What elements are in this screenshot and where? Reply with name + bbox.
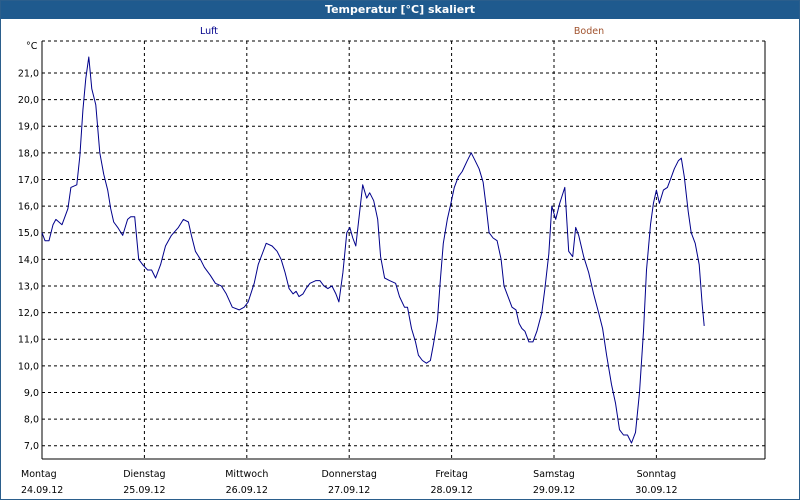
y-tick-label: 10,0 [18, 361, 39, 372]
x-tick-day-label: Freitag [435, 469, 468, 480]
x-tick-date-label: 28.09.12 [430, 485, 472, 496]
x-tick-day-label: Donnerstag [321, 469, 376, 480]
x-tick-day-label: Sonntag [637, 469, 676, 480]
y-tick-label: 9,0 [24, 388, 39, 399]
y-tick-label: 20,0 [18, 95, 39, 106]
x-tick-date-label: 24.09.12 [21, 485, 63, 496]
y-tick-label: 17,0 [18, 175, 39, 186]
series-line-luft [41, 56, 705, 444]
legend-luft: Luft [200, 26, 218, 37]
y-tick-label: 11,0 [18, 335, 39, 346]
y-tick-label: 15,0 [18, 228, 39, 239]
y-tick-label: 19,0 [18, 122, 39, 133]
chart: 7,0 8,0 9,0 10,0 11,0 12,0 13,0 14,0 15,0 16,0 17,… [18, 26, 766, 496]
x-tick-date-label: 30.09.12 [635, 485, 677, 496]
x-tick-day-label: Mittwoch [225, 469, 268, 480]
y-tick-label: 12,0 [18, 308, 39, 319]
y-tick-label: 13,0 [18, 281, 39, 292]
y-tick-label: 8,0 [24, 415, 39, 426]
y-tick-label: 18,0 [18, 148, 39, 159]
y-axis-label: °C [26, 41, 38, 52]
series-layer [41, 56, 705, 444]
y-tick-label: 14,0 [18, 255, 39, 266]
x-tick-day-label: Samstag [533, 469, 575, 480]
x-tick-day-label: Dienstag [123, 469, 165, 480]
chart-window: Temperatur [°C] skaliert 7,0 8,0 9,0 10,0 11… [0, 0, 800, 500]
grid [42, 40, 765, 459]
y-tick-label: 21,0 [18, 68, 39, 79]
x-tick-date-label: 27.09.12 [328, 485, 370, 496]
y-tick-label: 16,0 [18, 202, 39, 213]
x-tick-date-label: 26.09.12 [226, 485, 268, 496]
legend-boden: Boden [574, 26, 604, 37]
x-tick-day-label: Montag [21, 469, 57, 480]
y-tick-label: 7,0 [24, 441, 39, 452]
x-tick-date-label: 29.09.12 [533, 485, 575, 496]
x-tick-date-label: 25.09.12 [123, 485, 165, 496]
labels: 7,0 8,0 9,0 10,0 11,0 12,0 13,0 14,0 15,0 16,0 17,… [18, 26, 678, 496]
